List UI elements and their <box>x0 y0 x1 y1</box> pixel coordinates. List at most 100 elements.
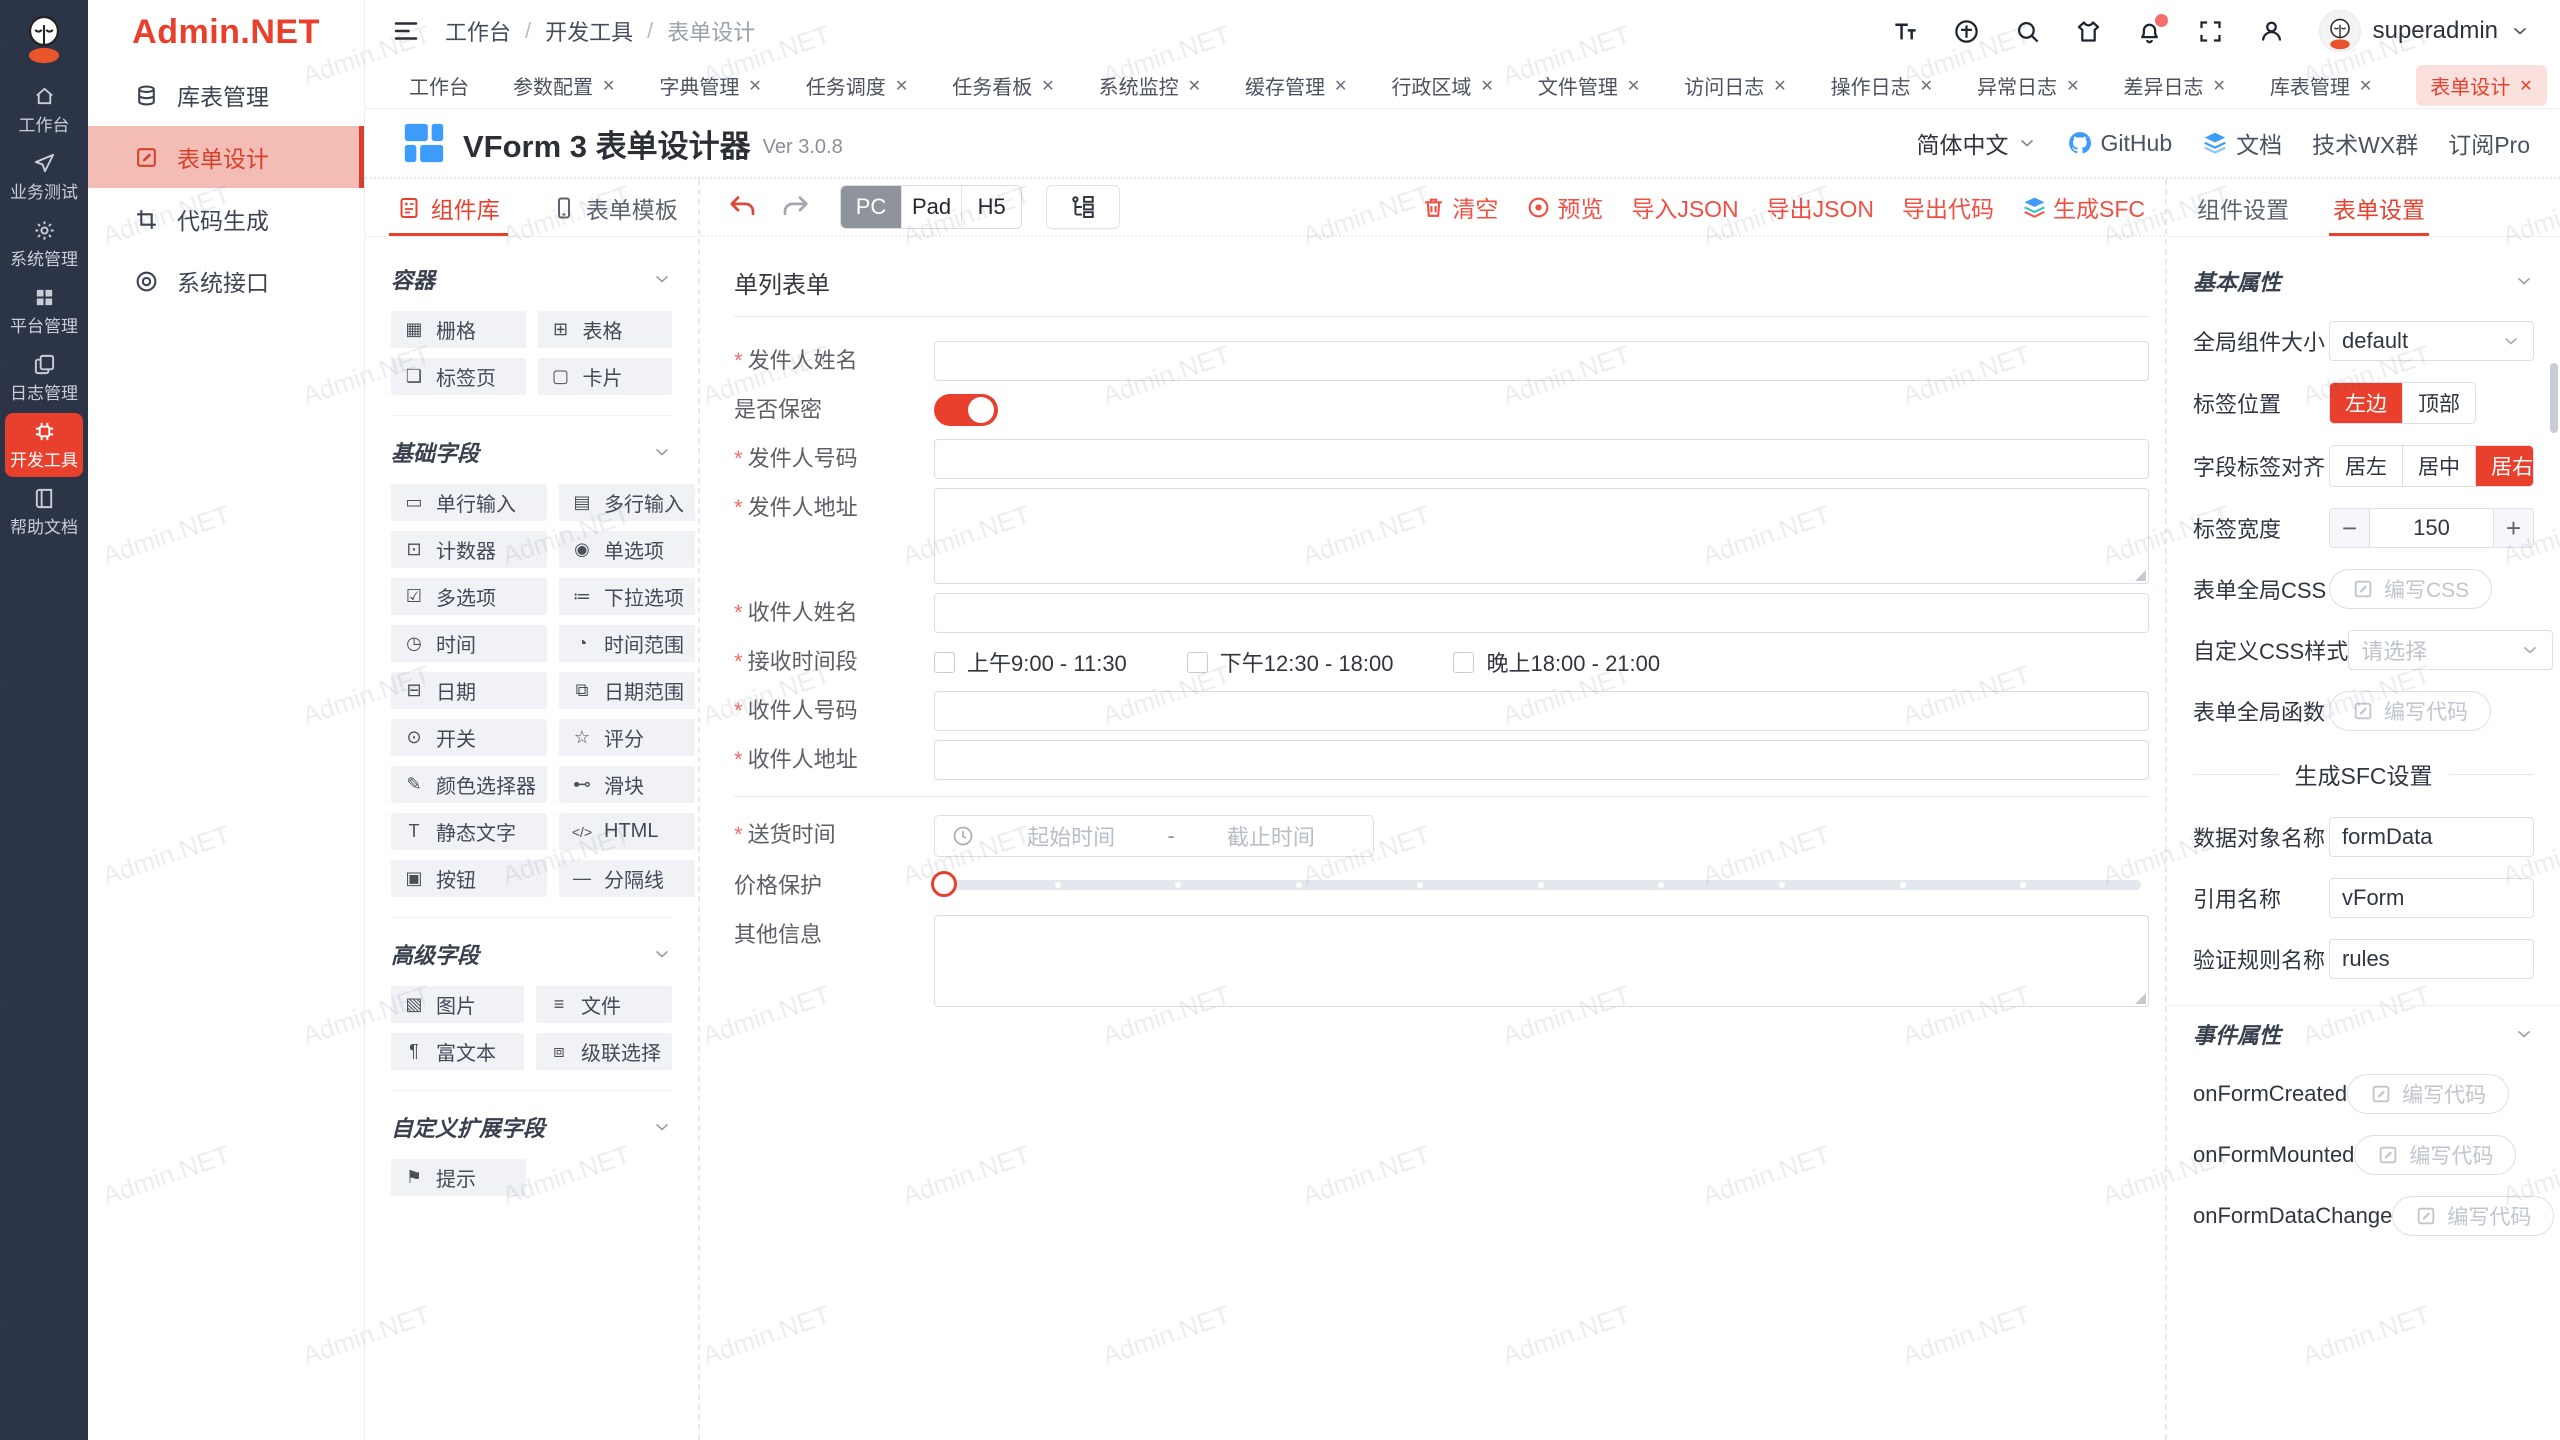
search-icon[interactable] <box>2014 18 2041 45</box>
global-size-select[interactable]: default <box>2329 321 2534 361</box>
close-icon[interactable] <box>748 74 761 97</box>
tab-file-manage[interactable]: 文件管理 <box>1538 71 1640 100</box>
language-icon[interactable] <box>1953 18 1980 45</box>
widget-item-divider[interactable]: 分隔线 <box>559 860 695 897</box>
time-range-picker[interactable]: 起始时间 - 截止时间 <box>934 815 1374 857</box>
widget-item-textarea[interactable]: 多行输入 <box>559 484 695 521</box>
close-icon[interactable] <box>1041 74 1054 97</box>
widget-item-card[interactable]: 卡片 <box>538 358 673 395</box>
write-code-button[interactable]: 编写代码 <box>2347 1074 2509 1114</box>
field-sender-phone[interactable]: 发件人号码 <box>734 439 2149 479</box>
widget-item-rich-editor[interactable]: 富文本 <box>391 1033 524 1070</box>
rules-name-input[interactable] <box>2329 939 2534 979</box>
device-pad-button[interactable]: Pad <box>901 186 961 228</box>
clear-button[interactable]: 清空 <box>1421 190 1498 224</box>
text-input[interactable] <box>934 691 2149 731</box>
decrease-button[interactable]: − <box>2330 509 2370 547</box>
undo-icon[interactable] <box>728 192 758 222</box>
device-h5-button[interactable]: H5 <box>961 186 1021 228</box>
scrollbar-thumb[interactable] <box>2550 363 2558 433</box>
chevron-down-icon[interactable] <box>2514 1024 2534 1044</box>
close-icon[interactable] <box>1920 74 1933 97</box>
textarea-input[interactable] <box>934 915 2149 1007</box>
rail-item-log-manage[interactable]: 日志管理 <box>5 346 83 410</box>
field-sender-address[interactable]: 发件人地址 <box>734 488 2149 584</box>
align-center-button[interactable]: 居中 <box>2402 446 2475 486</box>
write-code-button[interactable]: 编写代码 <box>2354 1135 2516 1175</box>
rail-item-platform-manage[interactable]: 平台管理 <box>5 279 83 343</box>
label-position-top[interactable]: 顶部 <box>2402 383 2475 423</box>
preview-button[interactable]: 预览 <box>1526 190 1603 224</box>
text-input[interactable] <box>934 740 2149 780</box>
widget-item-html[interactable]: HTML <box>559 813 695 850</box>
widget-item-tab[interactable]: 标签页 <box>391 358 526 395</box>
tab-widget-settings[interactable]: 组件设置 <box>2197 179 2289 236</box>
sidebar-item-form-design[interactable]: 表单设计 <box>88 126 364 188</box>
canvas-form-title[interactable]: 单列表单 <box>734 259 2149 317</box>
language-select[interactable]: 简体中文 <box>1917 126 2037 160</box>
close-icon[interactable] <box>1773 74 1786 97</box>
tab-param-config[interactable]: 参数配置 <box>513 71 615 100</box>
tab-op-log[interactable]: 操作日志 <box>1831 71 1933 100</box>
tab-workbench[interactable]: 工作台 <box>409 71 469 100</box>
write-code-button[interactable]: 编写代码 <box>2392 1196 2554 1236</box>
widget-item-time-range[interactable]: 时间范围 <box>559 625 695 662</box>
align-left-button[interactable]: 居左 <box>2330 446 2402 486</box>
custom-css-select[interactable]: 请选择 <box>2348 630 2553 670</box>
sidebar-item-db-table-manage[interactable]: 库表管理 <box>88 64 364 126</box>
close-icon[interactable] <box>2519 74 2532 97</box>
ref-name-input[interactable] <box>2329 878 2534 918</box>
github-link[interactable]: GitHub <box>2067 130 2173 157</box>
device-pc-button[interactable]: PC <box>841 186 901 228</box>
breadcrumb-item[interactable]: 开发工具 <box>545 15 633 47</box>
data-object-input[interactable] <box>2329 817 2534 857</box>
tab-task-schedule[interactable]: 任务调度 <box>806 71 908 100</box>
close-icon[interactable] <box>1334 74 1347 97</box>
widget-item-static-text[interactable]: 静态文字 <box>391 813 547 850</box>
widget-item-rate[interactable]: 评分 <box>559 719 695 756</box>
fullscreen-icon[interactable] <box>2197 18 2224 45</box>
widget-item-radio[interactable]: 单选项 <box>559 531 695 568</box>
switch-on[interactable] <box>934 394 998 426</box>
field-receiver-phone[interactable]: 收件人号码 <box>734 691 2149 731</box>
widget-item-table[interactable]: 表格 <box>538 311 673 348</box>
tab-form-templates[interactable]: 表单模板 <box>532 179 699 236</box>
sidebar-item-system-api[interactable]: 系统接口 <box>88 250 364 312</box>
tab-form-design[interactable]: 表单设计 <box>2416 65 2546 106</box>
wx-group-link[interactable]: 技术WX群 <box>2312 126 2418 160</box>
close-icon[interactable] <box>2212 74 2225 97</box>
redo-icon[interactable] <box>780 192 810 222</box>
align-right-button[interactable]: 居右 <box>2475 446 2534 486</box>
chevron-down-icon[interactable] <box>652 442 672 462</box>
widget-item-date[interactable]: 日期 <box>391 672 547 709</box>
form-canvas[interactable]: 单列表单 发件人姓名 是否保密 发件人号码 <box>700 237 2165 1440</box>
widget-item-checkbox[interactable]: 多选项 <box>391 578 547 615</box>
tab-db-table-manage[interactable]: 库表管理 <box>2270 71 2372 100</box>
tab-form-settings[interactable]: 表单设置 <box>2333 179 2425 236</box>
label-position-left[interactable]: 左边 <box>2330 383 2402 423</box>
widget-item-grid[interactable]: 栅格 <box>391 311 526 348</box>
theme-icon[interactable] <box>2075 18 2102 45</box>
tab-diff-log[interactable]: 差异日志 <box>2123 71 2225 100</box>
close-icon[interactable] <box>895 74 908 97</box>
field-other-info[interactable]: 其他信息 <box>734 915 2149 1007</box>
notification-bell-icon[interactable] <box>2136 18 2163 45</box>
docs-link[interactable]: 文档 <box>2202 126 2282 160</box>
widget-item-cascader[interactable]: 级联选择 <box>536 1033 672 1070</box>
close-icon[interactable] <box>2359 74 2372 97</box>
collapse-menu-icon[interactable] <box>391 16 421 46</box>
tab-visit-log[interactable]: 访问日志 <box>1684 71 1786 100</box>
tab-cache-manage[interactable]: 缓存管理 <box>1245 71 1347 100</box>
node-tree-button[interactable] <box>1046 185 1120 229</box>
tab-admin-region[interactable]: 行政区域 <box>1391 71 1493 100</box>
widget-item-switch[interactable]: 开关 <box>391 719 547 756</box>
widget-item-picture[interactable]: 图片 <box>391 986 524 1023</box>
chevron-down-icon[interactable] <box>652 944 672 964</box>
rail-item-workbench[interactable]: 工作台 <box>5 78 83 142</box>
rail-item-dev-tools[interactable]: 开发工具 <box>5 413 83 477</box>
rail-item-business-test[interactable]: 业务测试 <box>5 145 83 209</box>
chevron-down-icon[interactable] <box>652 269 672 289</box>
widget-item-input[interactable]: 单行输入 <box>391 484 547 521</box>
rail-item-system-manage[interactable]: 系统管理 <box>5 212 83 276</box>
text-input[interactable] <box>934 439 2149 479</box>
